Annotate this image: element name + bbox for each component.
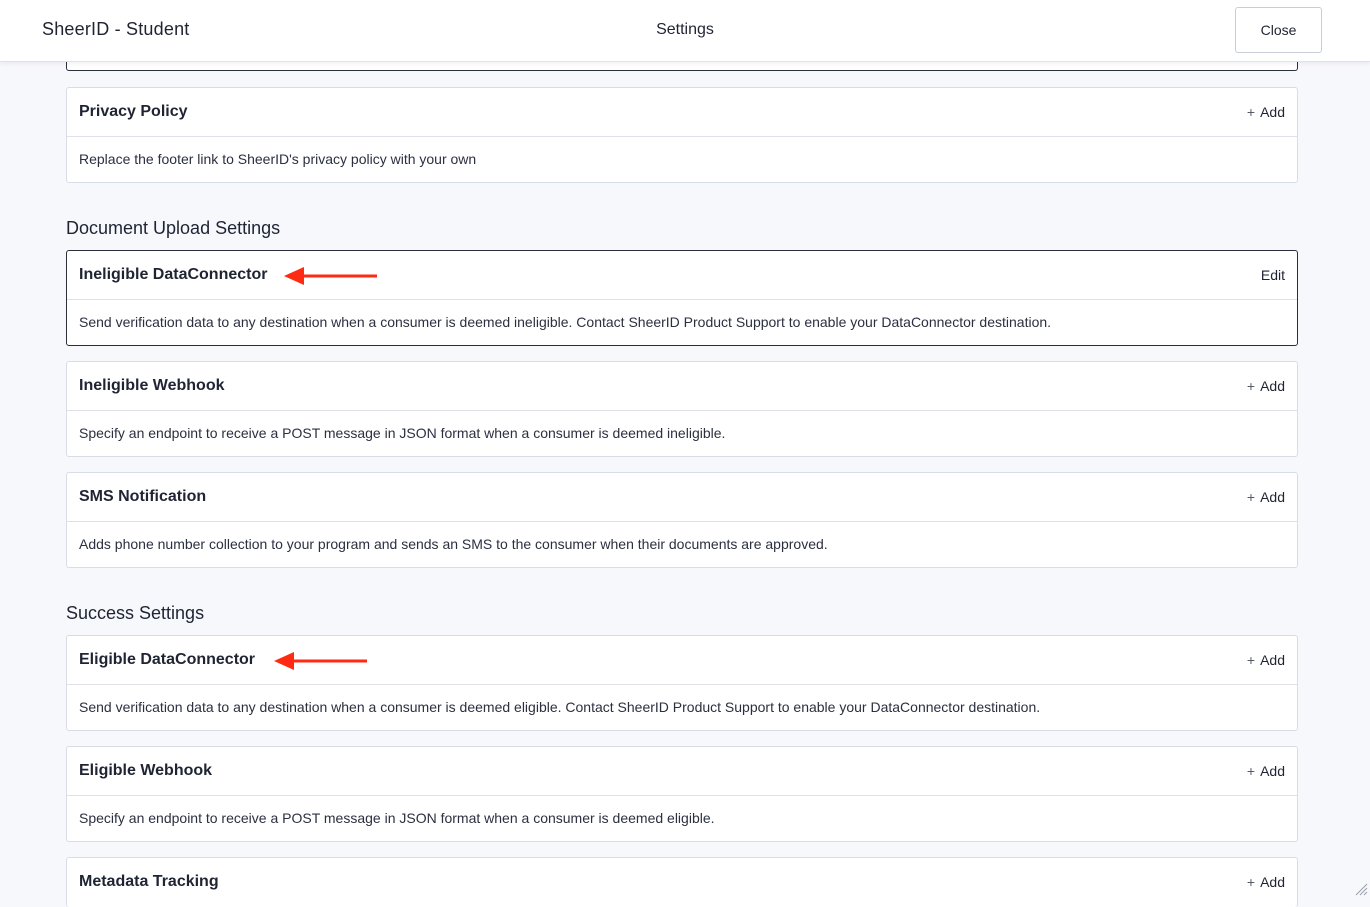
- top-bar: SheerID - Student Settings Close: [0, 0, 1370, 62]
- action-label: Add: [1260, 874, 1285, 890]
- card-body: Adds phone number collection to your pro…: [67, 522, 1297, 567]
- card-description: Specify an endpoint to receive a POST me…: [79, 425, 726, 441]
- card-eligible-dataconnector: Eligible DataConnector + Add Send verifi…: [66, 635, 1298, 731]
- card-title: Eligible DataConnector: [79, 651, 256, 668]
- privacy-policy-add-button[interactable]: + Add: [1247, 104, 1285, 120]
- card-title: Ineligible Webhook: [79, 377, 225, 394]
- card-metadata-tracking: Metadata Tracking + Add: [66, 857, 1298, 907]
- red-arrow-icon: [284, 267, 377, 285]
- card-title: Metadata Tracking: [79, 873, 219, 890]
- plus-icon: +: [1246, 378, 1256, 394]
- card-title: Privacy Policy: [79, 103, 188, 120]
- card-body: Send verification data to any destinatio…: [67, 300, 1297, 345]
- plus-icon: +: [1246, 763, 1256, 779]
- card-ineligible-webhook: Ineligible Webhook + Add Specify an endp…: [66, 361, 1298, 457]
- action-label: Add: [1260, 378, 1285, 394]
- card-title: Eligible Webhook: [79, 762, 213, 779]
- card-body: Specify an endpoint to receive a POST me…: [67, 411, 1297, 456]
- card-header: Ineligible DataConnector Edit: [67, 251, 1297, 300]
- card-ineligible-dataconnector: Ineligible DataConnector Edit Send verif…: [66, 250, 1298, 346]
- page-title: Settings: [656, 21, 714, 38]
- card-header: Metadata Tracking + Add: [67, 858, 1297, 907]
- card-title: Ineligible DataConnector: [79, 266, 268, 283]
- action-label: Add: [1260, 104, 1285, 120]
- resize-grip-icon[interactable]: [1354, 882, 1368, 896]
- card-title: SMS Notification: [79, 488, 207, 505]
- card-privacy-policy: Privacy Policy + Add Replace the footer …: [66, 87, 1298, 183]
- plus-icon: +: [1246, 652, 1256, 668]
- section-title-success: Success Settings: [66, 603, 205, 623]
- close-button[interactable]: Close: [1235, 7, 1322, 53]
- card-description: Specify an endpoint to receive a POST me…: [79, 810, 715, 826]
- card-body: Specify an endpoint to receive a POST me…: [67, 796, 1297, 841]
- action-label: Edit: [1260, 267, 1285, 283]
- metadata-tracking-add-button[interactable]: + Add: [1247, 874, 1285, 890]
- card-description: Adds phone number collection to your pro…: [79, 536, 828, 552]
- card-header: Eligible DataConnector + Add: [67, 636, 1297, 685]
- eligible-webhook-add-button[interactable]: + Add: [1247, 763, 1285, 779]
- section-title-document-upload: Document Upload Settings: [66, 218, 281, 238]
- action-label: Add: [1260, 763, 1285, 779]
- card-description: Replace the footer link to SheerID's pri…: [79, 151, 477, 167]
- eligible-dataconnector-add-button[interactable]: + Add: [1247, 652, 1285, 668]
- ineligible-dataconnector-edit-button[interactable]: Edit: [1261, 267, 1285, 283]
- plus-icon: +: [1246, 104, 1256, 120]
- action-label: Add: [1260, 652, 1285, 668]
- card-body: Replace the footer link to SheerID's pri…: [67, 137, 1297, 182]
- card-body: Send verification data to any destinatio…: [67, 685, 1297, 730]
- card-header: Privacy Policy + Add: [67, 88, 1297, 137]
- card-description: Send verification data to any destinatio…: [79, 314, 1052, 330]
- card-header: Ineligible Webhook + Add: [67, 362, 1297, 411]
- card-header: SMS Notification + Add: [67, 473, 1297, 522]
- sms-notification-add-button[interactable]: + Add: [1247, 489, 1285, 505]
- ineligible-webhook-add-button[interactable]: + Add: [1247, 378, 1285, 394]
- card-sms-notification: SMS Notification + Add Adds phone number…: [66, 472, 1298, 568]
- plus-icon: +: [1246, 874, 1256, 890]
- red-arrow-icon: [274, 652, 367, 670]
- card-eligible-webhook: Eligible Webhook + Add Specify an endpoi…: [66, 746, 1298, 842]
- card-header: Eligible Webhook + Add: [67, 747, 1297, 796]
- card-description: Send verification data to any destinatio…: [79, 699, 1041, 715]
- action-label: Add: [1260, 489, 1285, 505]
- plus-icon: +: [1246, 489, 1256, 505]
